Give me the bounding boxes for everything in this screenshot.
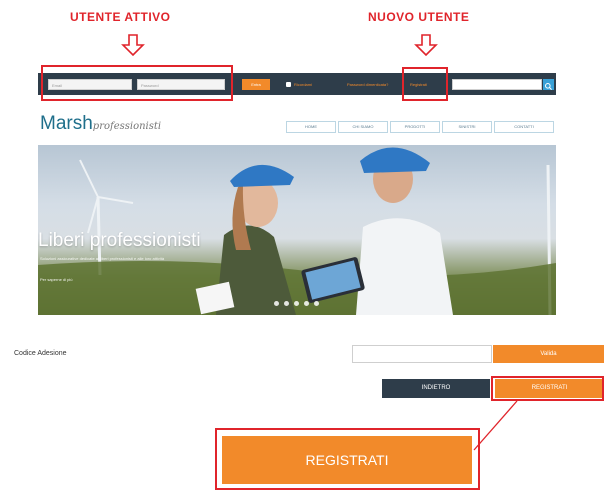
- annotation-connector-line: [473, 400, 518, 451]
- register-button-zoom[interactable]: REGISTRATI: [222, 436, 472, 484]
